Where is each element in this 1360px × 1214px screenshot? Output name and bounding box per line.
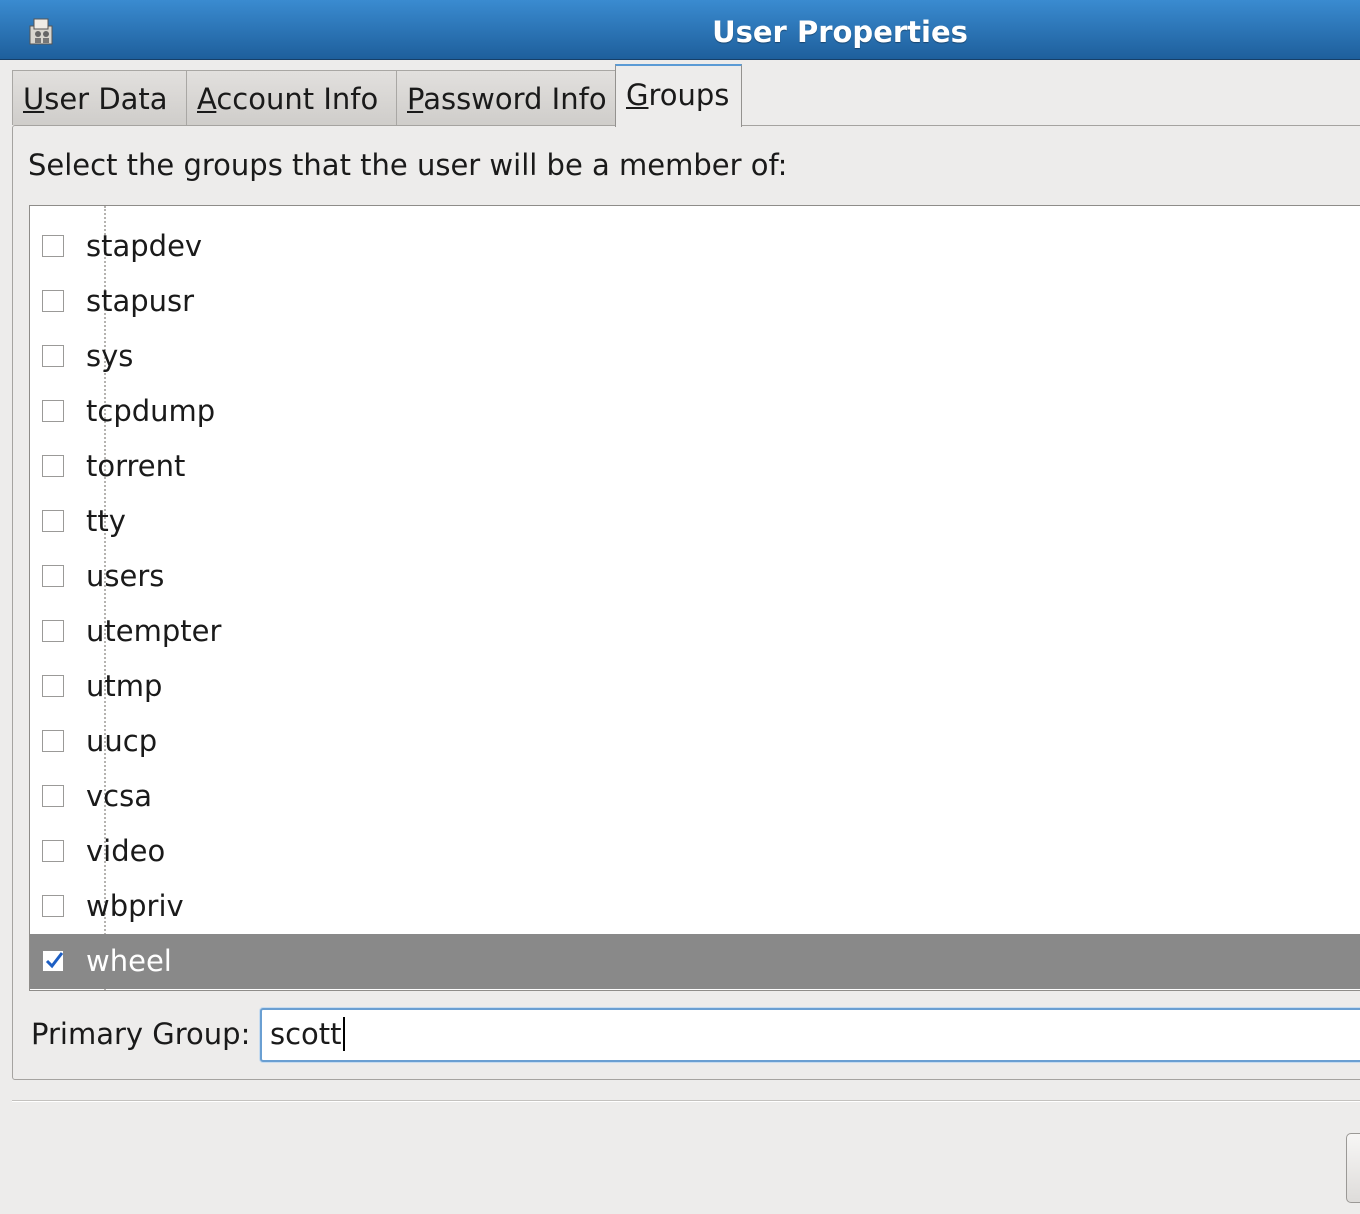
group-checkbox-tty[interactable] [42,510,64,532]
group-name: uucp [86,724,158,758]
group-row-stapusr[interactable]: stapusr [30,274,1360,329]
tab-password-info[interactable]: Password Info [396,70,616,125]
tab-password-info-mnemonic: P [407,82,424,116]
primary-group-value: scott [270,1017,342,1051]
group-checkbox-utempter[interactable] [42,620,64,642]
group-name: wheel [86,944,172,978]
group-checkbox-video[interactable] [42,840,64,862]
tab-account-info[interactable]: Account Info [186,70,397,125]
tab-groups-label: roups [648,78,730,112]
groups-instruction: Select the groups that the user will be … [28,148,788,182]
primary-group-label: Primary Group: [31,1017,251,1051]
dialog-button[interactable] [1346,1133,1360,1203]
group-name: stapusr [86,284,195,318]
group-checkbox-vcsa[interactable] [42,785,64,807]
group-checkbox-users[interactable] [42,565,64,587]
group-checkbox-torrent[interactable] [42,455,64,477]
users-app-icon [29,18,53,45]
tab-password-info-label: assword Info [423,82,607,116]
group-row-vcsa[interactable]: vcsa [30,769,1360,824]
dialog-separator [12,1100,1360,1102]
group-checkbox-stapusr[interactable] [42,290,64,312]
text-caret [342,1017,345,1051]
group-checkbox-sys[interactable] [42,345,64,367]
tab-bar: User Data Account Info Password Info Gro… [0,59,1360,127]
tab-user-data-mnemonic: U [23,82,45,116]
group-name: tty [86,504,126,538]
group-row-wheel[interactable]: wheel [30,934,1360,989]
group-row-sys[interactable]: sys [30,329,1360,384]
primary-group-input[interactable]: scott [260,1008,1360,1062]
group-row-wbpriv[interactable]: wbpriv [30,879,1360,934]
group-name: sys [86,339,134,373]
group-name: tcpdump [86,394,216,428]
group-checkbox-stapdev[interactable] [42,235,64,257]
group-row-tcpdump[interactable]: tcpdump [30,384,1360,439]
tab-groups[interactable]: Groups [615,64,742,127]
tab-account-info-mnemonic: A [197,82,217,116]
group-row-tty[interactable]: tty [30,494,1360,549]
group-row-stapdev[interactable]: stapdev [30,219,1360,274]
group-name: stapdev [86,229,203,263]
group-checkbox-tcpdump[interactable] [42,400,64,422]
group-name: vcsa [86,779,152,813]
group-checkbox-uucp[interactable] [42,730,64,752]
group-row-users[interactable]: users [30,549,1360,604]
tab-groups-mnemonic: G [626,78,649,112]
group-name: utempter [86,614,222,648]
group-row-video[interactable]: video [30,824,1360,879]
tab-user-data-label: ser Data [44,82,168,116]
group-name: users [86,559,165,593]
group-name: wbpriv [86,889,184,923]
group-row-utmp[interactable]: utmp [30,659,1360,714]
tab-account-info-label: ccount Info [216,82,379,116]
checkmark-icon [45,952,64,969]
group-row-utempter[interactable]: utempter [30,604,1360,659]
group-checkbox-utmp[interactable] [42,675,64,697]
group-name: utmp [86,669,163,703]
group-name: video [86,834,166,868]
window-titlebar[interactable]: User Properties [0,0,1360,60]
tab-user-data[interactable]: User Data [12,70,187,125]
group-checkbox-wbpriv[interactable] [42,895,64,917]
group-name: torrent [86,449,186,483]
group-row-torrent[interactable]: torrent [30,439,1360,494]
groups-list[interactable]: stapdev stapusr sys tcpdump torrent tty … [29,205,1360,991]
window-title: User Properties [712,15,968,49]
group-checkbox-wheel[interactable] [42,950,64,972]
group-row-uucp[interactable]: uucp [30,714,1360,769]
